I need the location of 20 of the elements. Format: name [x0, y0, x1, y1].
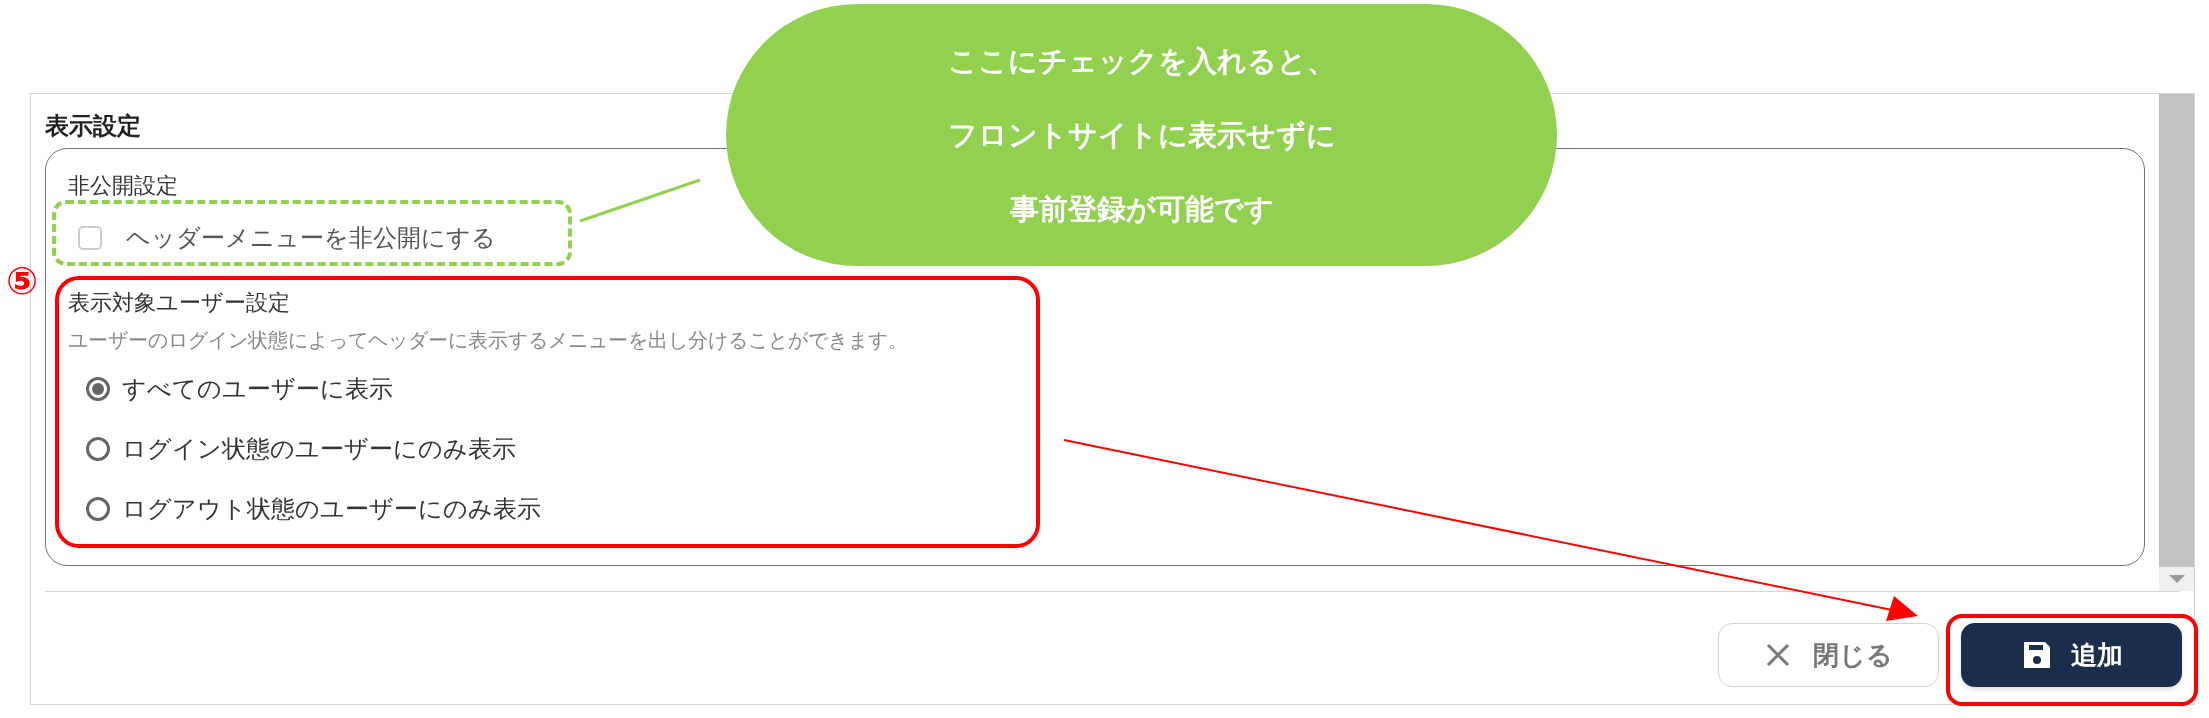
checkbox-label: ヘッダーメニューを非公開にする [126, 223, 496, 254]
section-title: 表示設定 [45, 111, 141, 142]
callout-text: 事前登録が可能です [1009, 191, 1274, 228]
radio-label: ログアウト状態のユーザーにのみ表示 [122, 494, 541, 525]
add-button[interactable]: 追加 [1961, 623, 2182, 687]
radio-button[interactable] [86, 437, 110, 461]
close-button[interactable]: 閉じる [1718, 623, 1939, 687]
callout-text: フロントサイトに表示せずに [947, 117, 1336, 154]
callout-text: ここにチェックを入れると、 [947, 43, 1336, 80]
checkbox[interactable] [78, 226, 102, 250]
scrollbar[interactable] [2159, 94, 2194, 591]
radio-button[interactable] [86, 497, 110, 521]
close-icon [1764, 642, 1791, 668]
radio-label: ログイン状態のユーザーにのみ表示 [122, 434, 516, 465]
radio-label: すべてのユーザーに表示 [122, 374, 393, 405]
step-marker: ⑤ [6, 262, 39, 300]
radio-button[interactable] [86, 377, 110, 401]
group-label: 表示対象ユーザー設定 [68, 289, 290, 317]
help-text: ユーザーのログイン状態によってヘッダーに表示するメニューを出し分けることができます。 [68, 327, 908, 354]
group-label: 非公開設定 [68, 172, 178, 200]
